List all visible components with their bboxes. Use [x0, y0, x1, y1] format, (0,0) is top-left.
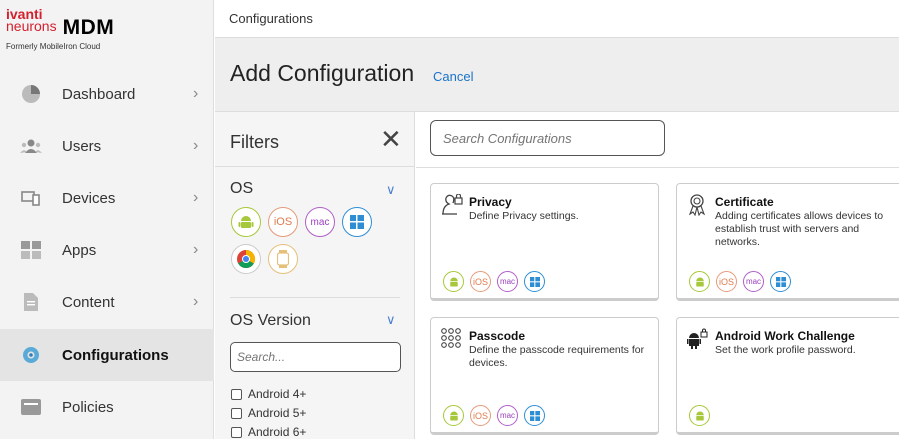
- privacy-icon: [441, 193, 463, 216]
- chevron-down-icon[interactable]: ∨: [386, 182, 396, 198]
- card-title: Android Work Challenge: [715, 329, 855, 343]
- breadcrumb: Configurations: [229, 11, 313, 26]
- version-label: Android 5+: [248, 406, 307, 420]
- version-label: Android 4+: [248, 387, 307, 401]
- config-card-certificate[interactable]: Certificate Adding certificates allows d…: [676, 183, 899, 301]
- windows-icon: [770, 271, 791, 292]
- mac-icon: mac: [743, 271, 764, 292]
- top-bar: Configurations: [215, 0, 899, 38]
- windows-icon: [524, 271, 545, 292]
- os-version-search-input[interactable]: [230, 342, 401, 372]
- sidebar-item-dashboard[interactable]: Dashboard ›: [0, 68, 214, 120]
- version-label: Android 6+: [248, 425, 307, 439]
- chrome-icon[interactable]: [231, 244, 261, 274]
- ios-icon[interactable]: iOS: [268, 207, 298, 237]
- filters-panel: Filters ✕ OS ∨ iOS mac OS Version ∨ Andr…: [215, 112, 415, 439]
- sidebar-item-label: Apps: [62, 241, 97, 259]
- os-version-label: OS Version: [230, 312, 311, 329]
- checkbox[interactable]: [231, 426, 242, 438]
- document-icon: [20, 291, 42, 313]
- chevron-right-icon: ›: [193, 189, 199, 206]
- checkbox[interactable]: [231, 407, 242, 419]
- card-description: Define Privacy settings.: [469, 210, 579, 222]
- version-checkbox-row[interactable]: Android 5+: [231, 406, 306, 420]
- card-description: Adding certificates allows devices to es…: [715, 210, 884, 248]
- page-header: Add Configuration Cancel: [215, 38, 899, 112]
- mac-icon[interactable]: mac: [305, 207, 335, 237]
- chevron-right-icon: ›: [193, 241, 199, 258]
- android-icon: [443, 405, 464, 426]
- windows-icon: [524, 405, 545, 426]
- configurations-content: Privacy Define Privacy settings. iOS mac…: [416, 112, 899, 439]
- chevron-down-icon[interactable]: ∨: [386, 312, 396, 328]
- certificate-icon: [687, 194, 709, 217]
- page-title: Add Configuration: [230, 60, 415, 86]
- card-title: Passcode: [469, 329, 526, 343]
- android-icon: [689, 271, 710, 292]
- config-card-passcode[interactable]: Passcode Define the passcode requirement…: [430, 317, 659, 435]
- divider: [230, 297, 400, 298]
- cancel-link[interactable]: Cancel: [433, 69, 473, 84]
- logo: ivanti neurons MDM Formerly MobileIron C…: [0, 0, 214, 70]
- chevron-right-icon: ›: [193, 293, 199, 310]
- logo-mdm: MDM: [62, 16, 115, 39]
- version-checkbox-row[interactable]: Android 4+: [231, 387, 306, 401]
- android-icon[interactable]: [231, 207, 261, 237]
- card-title: Privacy: [469, 195, 512, 209]
- sidebar-item-label: Policies: [62, 398, 114, 416]
- sidebar-item-users[interactable]: Users ›: [0, 120, 214, 172]
- os-filter-label: OS: [230, 180, 254, 197]
- mac-icon: mac: [497, 405, 518, 426]
- windows-icon[interactable]: [342, 207, 372, 237]
- pie-chart-icon: [20, 83, 42, 105]
- gear-icon: [20, 344, 42, 366]
- card-description: Set the work profile password.: [715, 344, 856, 356]
- ios-icon: iOS: [470, 271, 491, 292]
- sidebar-item-label: Configurations: [62, 346, 169, 364]
- sidebar-item-configurations[interactable]: Configurations: [0, 329, 214, 381]
- config-card-privacy[interactable]: Privacy Define Privacy settings. iOS mac: [430, 183, 659, 301]
- sidebar-item-policies[interactable]: Policies: [0, 381, 214, 433]
- logo-formerly: Formerly MobileIron Cloud: [6, 42, 101, 51]
- sidebar-item-devices[interactable]: Devices ›: [0, 172, 214, 224]
- android-icon: [443, 271, 464, 292]
- checkbox[interactable]: [231, 388, 242, 400]
- sidebar-item-label: Devices: [62, 189, 116, 207]
- users-icon: [20, 135, 42, 157]
- logo-neurons: neurons: [6, 18, 57, 34]
- android-lock-icon: [687, 328, 709, 350]
- mac-icon: mac: [497, 271, 518, 292]
- policy-icon: [20, 396, 42, 418]
- apps-grid-icon: [20, 239, 42, 261]
- card-title: Certificate: [715, 195, 774, 209]
- ios-icon: iOS: [470, 405, 491, 426]
- divider: [416, 167, 899, 168]
- android-icon: [689, 405, 710, 426]
- close-icon[interactable]: ✕: [380, 126, 402, 152]
- ios-icon: iOS: [716, 271, 737, 292]
- sidebar: ivanti neurons MDM Formerly MobileIron C…: [0, 0, 214, 439]
- platform-icons: iOS mac: [443, 405, 545, 426]
- version-checkbox-row[interactable]: Android 6+: [231, 425, 306, 439]
- filters-header: Filters ✕: [215, 112, 415, 167]
- platform-icons: iOS mac: [689, 271, 791, 292]
- sidebar-item-label: Dashboard: [62, 85, 136, 103]
- filters-title: Filters: [230, 132, 279, 152]
- watch-icon[interactable]: [268, 244, 298, 274]
- sidebar-item-content[interactable]: Content ›: [0, 276, 214, 328]
- sidebar-item-label: Users: [62, 137, 102, 155]
- search-configurations-input[interactable]: [430, 120, 665, 156]
- config-card-android-work-challenge[interactable]: Android Work Challenge Set the work prof…: [676, 317, 899, 435]
- chevron-right-icon: ›: [193, 137, 199, 154]
- platform-icons: iOS mac: [443, 271, 545, 292]
- sidebar-item-apps[interactable]: Apps ›: [0, 224, 214, 276]
- os-filter-icons: iOS mac: [231, 207, 401, 274]
- passcode-icon: [441, 328, 463, 350]
- sidebar-item-label: Content: [62, 293, 115, 311]
- devices-icon: [20, 187, 42, 209]
- platform-icons: [689, 405, 710, 426]
- card-description: Define the passcode requirements for dev…: [469, 344, 645, 369]
- chevron-right-icon: ›: [193, 85, 199, 102]
